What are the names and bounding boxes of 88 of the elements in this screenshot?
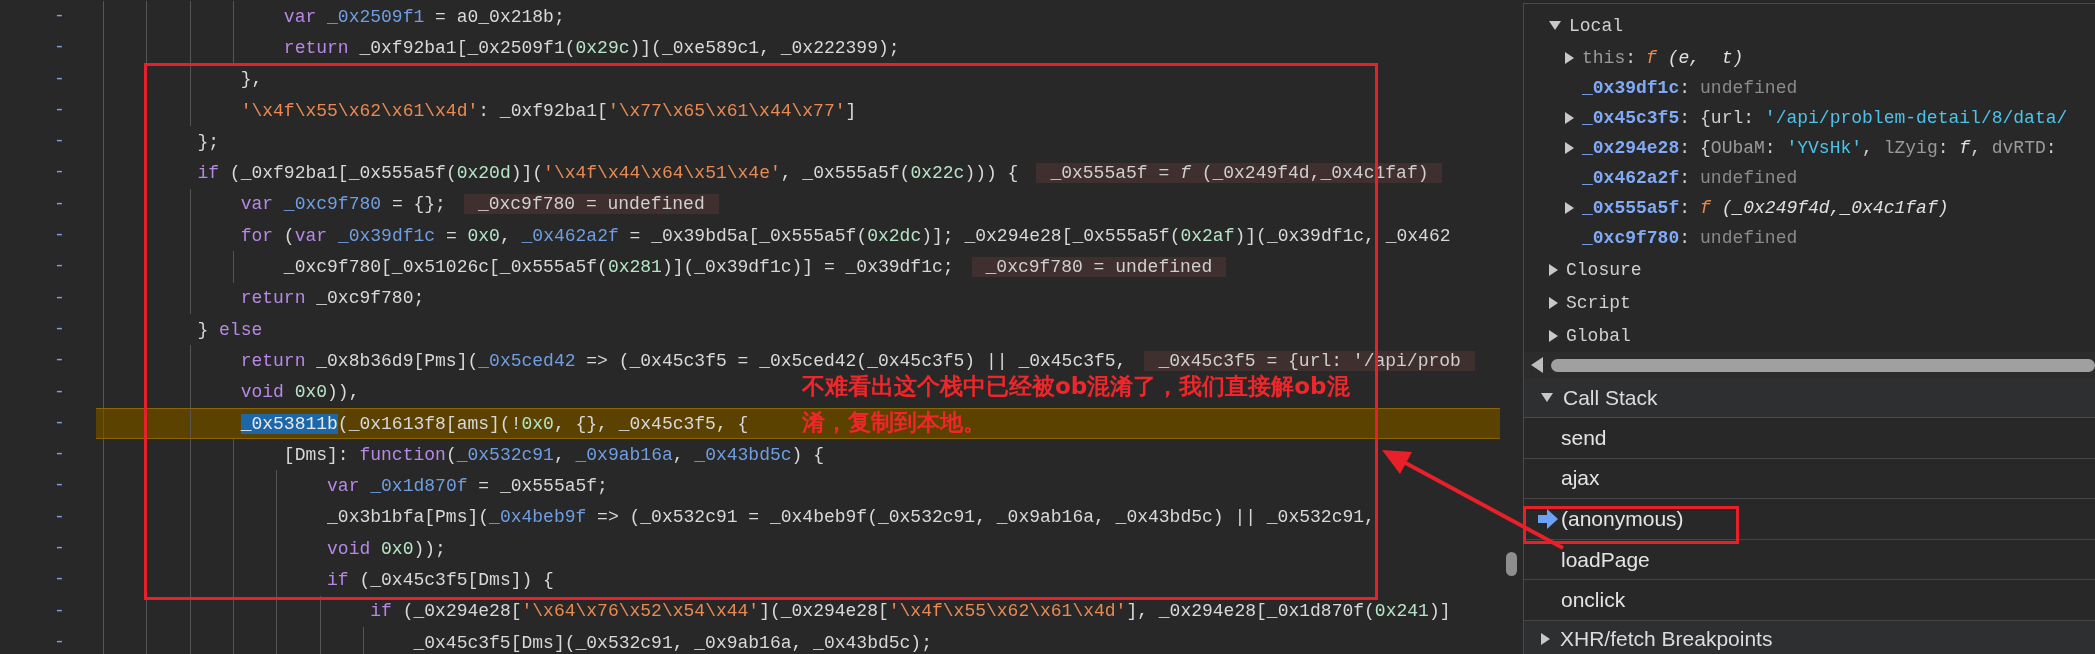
line-marker: - (53, 286, 66, 310)
triangle-down-icon[interactable] (1549, 21, 1561, 31)
triangle-right-icon[interactable] (1565, 52, 1574, 64)
code-line: if (_0xf92ba1[_0x555a5f(0x20d)]('\x4f\x44\x64\x51\x4e', _0x555a5f(0x22c))) { (196, 163, 1019, 184)
code-line: }; (196, 131, 220, 152)
inline-value: _0xc9f780 = undefined (463, 194, 719, 215)
variable-value: undefined (1700, 168, 1798, 188)
scrollbar-thumb[interactable] (1506, 552, 1517, 576)
variable-name: _0x462a2f (1582, 168, 1680, 188)
inline-value: _0xc9f780 = undefined (971, 257, 1227, 277)
line-marker: - (53, 161, 66, 185)
code-line: var _0xc9f780 = {}; (239, 194, 446, 215)
code-line: return _0xc9f780; (239, 288, 425, 309)
triangle-right-icon[interactable] (1565, 142, 1574, 154)
variable-name: _0x294e28 (1582, 138, 1680, 158)
variable-value: {url: '/api/problem-detail/8/data/ (1700, 108, 2068, 128)
variable-name: this (1582, 48, 1626, 68)
triangle-down-icon[interactable] (1541, 392, 1553, 403)
line-marker: - (53, 255, 66, 279)
variable-name: _0x39df1c (1582, 78, 1680, 98)
colon: : (1679, 168, 1691, 188)
line-marker: - (53, 537, 66, 561)
colon: : (1679, 138, 1691, 158)
code-line: return _0x8b36d9[Pms](_0x5ced42 => (_0x45c3f5 = _0x5ced42(_0x45c3f5) || _0x45c3f5, (239, 350, 1127, 371)
line-marker: - (53, 599, 66, 623)
scroll-left-icon[interactable] (1531, 357, 1543, 373)
call-frame[interactable]: (anonymous) (1561, 507, 1684, 531)
code-line: } else (196, 319, 263, 340)
line-marker: - (53, 411, 66, 435)
line-marker: - (53, 317, 66, 341)
code-line: var _0x1d870f = _0x555a5f; (326, 476, 608, 497)
section-title[interactable]: Global (1566, 325, 1631, 346)
variable-value: f (_0x249f4d,_0x4c1faf) (1700, 198, 1949, 218)
colon: : (1679, 78, 1691, 98)
section-title[interactable]: Closure (1566, 259, 1642, 280)
code-line: _0xc9f780[_0x51026c[_0x555a5f(0x281)](_0x39df1c)] = _0x39df1c; (282, 257, 954, 277)
line-marker: - (53, 98, 66, 122)
colon: : (1679, 198, 1691, 218)
triangle-right-icon[interactable] (1549, 329, 1558, 342)
variable-value: undefined (1700, 228, 1798, 248)
section-title[interactable]: Call Stack (1563, 385, 1658, 410)
code-line: var _0x2509f1 = a0_0x218b; (282, 6, 565, 27)
code-line: if (_0x45c3f5[Dms]) { (326, 570, 554, 590)
variable-value: undefined (1700, 78, 1798, 98)
variable-value: f (e, t) (1646, 48, 1744, 68)
colon: : (1679, 228, 1691, 248)
triangle-right-icon[interactable] (1541, 632, 1550, 645)
line-marker: - (53, 630, 66, 654)
call-frame[interactable]: loadPage (1561, 547, 1650, 572)
code-line: for (var _0x39df1c = 0x0, _0x462a2f = _0x39bd5a[_0x555a5f(0x2dc)]; _0x294e28[_0x555a5f(0x2af)](_0x39df1c, _0x462 (239, 225, 1451, 246)
section-title[interactable]: Local (1569, 16, 1623, 36)
line-marker: - (53, 505, 66, 529)
triangle-right-icon[interactable] (1549, 263, 1558, 276)
code-line: }, (239, 69, 263, 90)
code-line: _0x45c3f5[Dms](_0x532c91, _0x9ab16a, _0x43bd5c); (412, 632, 932, 653)
triangle-right-icon[interactable] (1565, 202, 1574, 214)
code-line: [Dms]: function(_0x532c91, _0x9ab16a, _0x43bd5c) { (282, 444, 824, 465)
line-marker: - (53, 5, 66, 28)
line-marker: - (53, 192, 66, 216)
variable-name: _0x45c3f5 (1582, 108, 1680, 128)
triangle-right-icon[interactable] (1565, 112, 1574, 124)
code-line: void 0x0)); (326, 538, 446, 559)
variable-name: _0xc9f780 (1582, 228, 1680, 248)
colon: : (1625, 48, 1637, 68)
code-line: return _0xf92ba1[_0x2509f1(0x29c)](_0xe589c1, _0x222399); (282, 37, 900, 58)
line-marker: - (53, 130, 66, 154)
call-frame[interactable]: ajax (1561, 466, 1600, 491)
line-marker: - (53, 349, 66, 373)
call-frame[interactable]: send (1561, 425, 1607, 450)
code-line: if (_0x294e28['\x64\x76\x52\x54\x44'](_0x294e28['\x4f\x55\x62\x61\x4d'], _0x294e28[_0x1d870f(0x241)] (369, 601, 1451, 622)
code-line: '\x4f\x55\x62\x61\x4d': _0xf92ba1['\x77\x65\x61\x44\x77'] (239, 100, 857, 121)
line-marker: - (53, 568, 66, 592)
scrollbar-thumb[interactable] (1551, 358, 2095, 372)
section-title[interactable]: Script (1566, 292, 1631, 313)
line-marker: - (53, 474, 66, 498)
line-marker: - (53, 224, 66, 248)
variable-name: _0x555a5f (1582, 198, 1680, 218)
variable-value: {OUbaM: 'YVsHk', lZyig: f, dvRTD: (1700, 138, 2057, 158)
code-line: _0x3b1bfa[Pms](_0x4beb9f => (_0x532c91 = _0x4beb9f(_0x532c91, _0x9ab16a, _0x43bd5c) || _0x532c91, (326, 507, 1375, 528)
annotation-note: 不难看出这个栈中已经被ob混淆了，我们直接解ob混淆，复制到本地。 (802, 372, 1351, 437)
call-frame[interactable]: onclick (1561, 588, 1626, 613)
line-marker: - (53, 36, 66, 60)
line-marker: - (53, 380, 66, 404)
colon: : (1679, 108, 1691, 128)
triangle-right-icon[interactable] (1549, 296, 1558, 309)
code-line: void 0x0)), (239, 382, 360, 403)
line-marker: - (53, 67, 66, 91)
line-marker: - (53, 443, 66, 467)
